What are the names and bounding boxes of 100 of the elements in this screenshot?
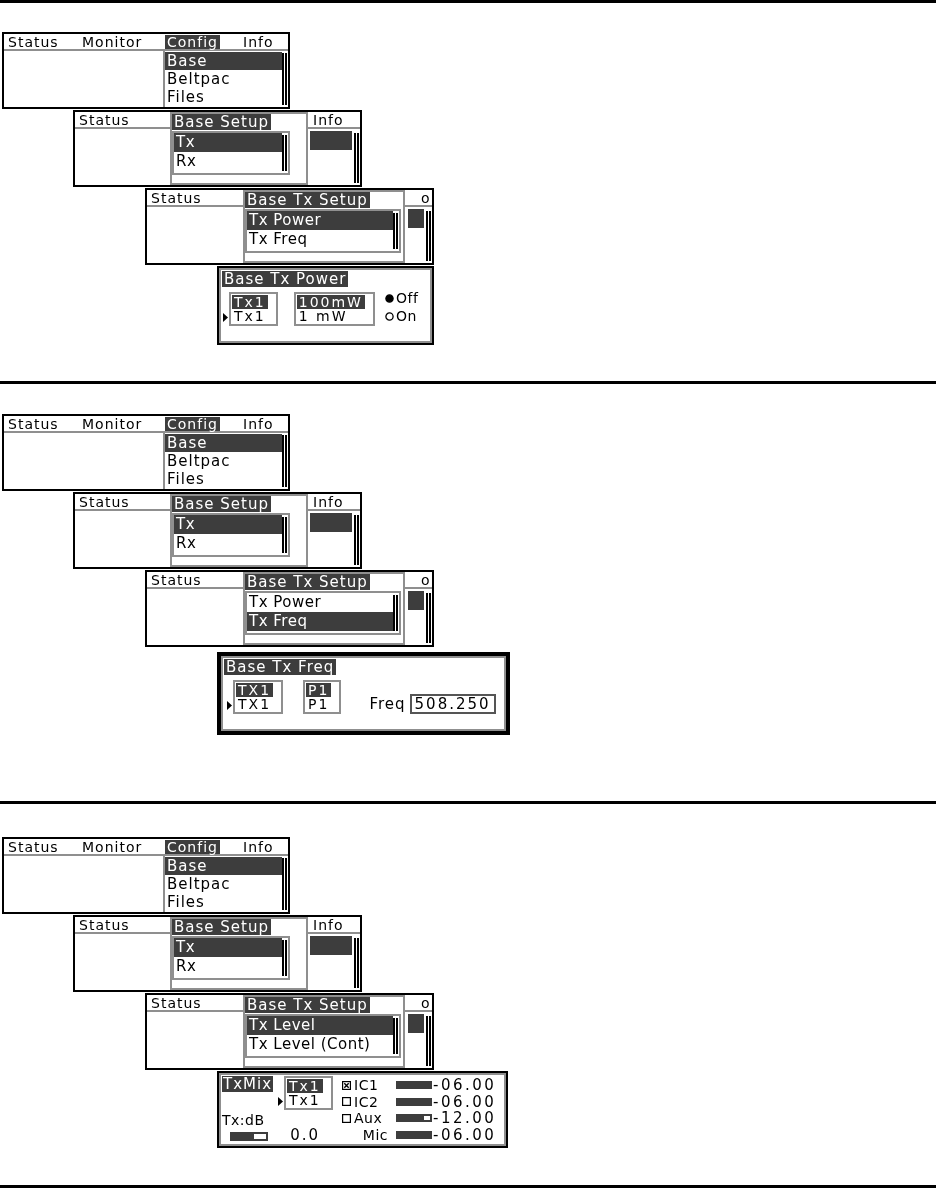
menu-item[interactable]: Tx xyxy=(174,515,282,534)
menu-item[interactable]: Tx Level (Cont) xyxy=(247,1035,393,1054)
scroll-bar xyxy=(282,435,287,487)
scroll-bar xyxy=(282,517,287,553)
menu-tab[interactable]: Status xyxy=(75,494,130,509)
menu-tab[interactable]: Monitor xyxy=(80,839,145,854)
menu-item[interactable]: Files xyxy=(165,470,282,488)
menu-item[interactable]: Beltpac xyxy=(165,452,282,470)
menu-tab[interactable]: Monitor xyxy=(80,34,145,49)
menu-item[interactable]: Beltpac xyxy=(165,70,282,88)
menu-tab[interactable]: Status xyxy=(75,917,130,932)
highlight-bar xyxy=(408,1014,424,1033)
menu-item[interactable]: Base xyxy=(165,857,282,875)
value-entry[interactable]: Tx1 xyxy=(232,309,268,323)
popup-title: Base Setup xyxy=(172,496,271,512)
scroll-bar xyxy=(393,213,398,249)
menu-tab[interactable]: o xyxy=(421,995,431,1010)
menu-item[interactable]: Tx Freq xyxy=(247,612,393,631)
scroll-bar xyxy=(282,940,287,976)
menu-tab[interactable]: Status xyxy=(6,34,61,49)
menu-tab[interactable]: Status xyxy=(6,416,61,431)
highlight-bar xyxy=(310,936,352,955)
gain-reading: 0.0 xyxy=(290,1127,320,1143)
channel-label: Aux xyxy=(354,1110,383,1127)
menu-tab[interactable]: Info xyxy=(313,112,344,127)
menu-tab[interactable]: Info xyxy=(241,416,276,431)
scroll-bar xyxy=(282,53,287,105)
menu-item[interactable]: Base xyxy=(165,434,282,452)
menu-item[interactable]: Tx xyxy=(174,938,282,957)
menu-tab[interactable]: Status xyxy=(147,995,202,1010)
highlight-bar xyxy=(310,513,352,532)
scroll-bar xyxy=(426,1016,431,1066)
checkbox[interactable] xyxy=(342,1097,351,1107)
scroll-bar xyxy=(354,938,359,988)
dialog-title: Base Tx Freq xyxy=(224,659,337,675)
value-entry[interactable]: 1 mW xyxy=(296,309,350,323)
checkbox[interactable] xyxy=(342,1080,351,1090)
highlighted-value: P1 xyxy=(306,683,332,697)
menu-tab[interactable]: Info xyxy=(241,839,276,854)
highlight-bar xyxy=(408,591,424,610)
menu-item[interactable]: Files xyxy=(165,88,282,106)
radio-option[interactable]: Off xyxy=(384,291,419,306)
highlighted-value: Tx1 xyxy=(287,1079,323,1093)
popup-title: Base Setup xyxy=(172,114,271,130)
scroll-bar xyxy=(426,211,431,261)
menu-item[interactable]: Tx Freq xyxy=(247,230,393,249)
radio-button[interactable] xyxy=(384,312,394,321)
menu-tab[interactable]: Config xyxy=(165,416,220,431)
channel-label: IC1 xyxy=(354,1077,379,1094)
menu-item[interactable]: Rx xyxy=(174,152,282,171)
menu-tab[interactable]: Status xyxy=(147,572,202,587)
level-reading: -12.00 xyxy=(433,1110,497,1127)
scroll-bar xyxy=(282,135,287,171)
radio-option[interactable]: On xyxy=(384,309,419,324)
scroll-bar xyxy=(426,593,431,643)
highlight-bar xyxy=(310,131,352,150)
highlighted-value: 100mW xyxy=(296,295,365,309)
popup-title: Base Tx Setup xyxy=(245,997,370,1013)
menu-item[interactable]: Tx xyxy=(174,133,282,152)
highlighted-value: Tx1 xyxy=(232,295,268,309)
menu-item[interactable]: Beltpac xyxy=(165,875,282,893)
scroll-bar xyxy=(393,595,398,631)
dialog-title: Base Tx Power xyxy=(222,271,349,287)
menu-item[interactable]: Rx xyxy=(174,957,282,976)
value-entry[interactable]: P1 xyxy=(306,697,332,711)
menu-tab[interactable]: Status xyxy=(147,190,202,205)
scroll-bar xyxy=(354,515,359,565)
menu-tab[interactable]: o xyxy=(421,572,431,587)
menu-item[interactable]: Rx xyxy=(174,534,282,553)
value-entry[interactable]: Tx1 xyxy=(287,1093,323,1107)
menu-item[interactable]: Tx Level xyxy=(247,1016,393,1035)
menu-tab[interactable]: Info xyxy=(313,494,344,509)
freq-label: Freq xyxy=(369,696,406,712)
popup-title: Base Tx Setup xyxy=(245,574,370,590)
radio-button[interactable] xyxy=(384,294,394,303)
level-reading: -06.00 xyxy=(433,1077,497,1094)
channel-label: Mic xyxy=(362,1126,388,1143)
scroll-bar xyxy=(354,133,359,183)
value-entry[interactable]: TX1 xyxy=(236,697,274,711)
gain-label: Tx:dB xyxy=(222,1112,265,1128)
scroll-bar xyxy=(393,1018,398,1054)
popup-title: Base Tx Setup xyxy=(245,192,370,208)
popup-title: Base Setup xyxy=(172,919,271,935)
menu-tab[interactable]: Monitor xyxy=(80,416,145,431)
menu-tab[interactable]: Config xyxy=(165,34,220,49)
menu-tab[interactable]: Status xyxy=(75,112,130,127)
menu-item[interactable]: Base xyxy=(165,52,282,70)
menu-item[interactable]: Tx Power xyxy=(247,211,393,230)
menu-item[interactable]: Files xyxy=(165,893,282,911)
level-reading: -06.00 xyxy=(433,1093,497,1110)
checkbox[interactable] xyxy=(342,1113,351,1123)
menu-tab[interactable]: Status xyxy=(6,839,61,854)
menu-tab[interactable]: Info xyxy=(313,917,344,932)
highlighted-value: TX1 xyxy=(236,683,274,697)
freq-field[interactable]: 508.250 xyxy=(409,694,496,714)
menu-tab[interactable]: Config xyxy=(165,839,220,854)
menu-item[interactable]: Tx Power xyxy=(247,593,393,612)
menu-tab[interactable]: Info xyxy=(241,34,276,49)
dialog-title: TxMix xyxy=(222,1076,274,1092)
menu-tab[interactable]: o xyxy=(421,190,431,205)
